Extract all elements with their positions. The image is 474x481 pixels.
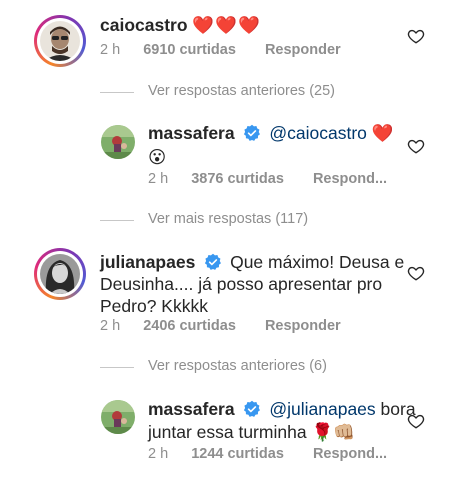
comment-username[interactable]: caiocastro — [100, 15, 188, 35]
comment-likes[interactable]: 3876 curtidas — [191, 171, 284, 187]
comment-time: 2 h — [148, 171, 169, 187]
comment-body: ❤️ — [371, 123, 395, 143]
comment-body-text: juntar essa turminha — [148, 422, 307, 442]
reply-button[interactable]: Respond... — [313, 171, 387, 187]
heart-outline-icon[interactable] — [407, 27, 425, 45]
divider-line — [100, 92, 134, 93]
comment-body: ❤️❤️❤️ — [192, 15, 261, 35]
view-more-replies[interactable]: Ver mais respostas (117) — [148, 211, 308, 227]
verified-badge-icon — [244, 124, 261, 141]
avatar-massafera[interactable] — [101, 125, 135, 159]
view-previous-replies[interactable]: Ver respostas anteriores (25) — [148, 83, 335, 99]
reply-button[interactable]: Responder — [265, 318, 341, 334]
comment-emoji: 😮 — [148, 147, 167, 167]
reply-button[interactable]: Respond... — [313, 446, 387, 462]
comment-time: 2 h — [100, 42, 121, 58]
comment-meta: 2 h 1244 curtidas Respond... — [148, 446, 387, 462]
comment-meta: 2 h 3876 curtidas Respond... — [148, 171, 387, 187]
comment-body-line: juntar essa turminha 🌹👊🏼 — [148, 419, 355, 446]
verified-badge-icon — [205, 253, 222, 270]
view-previous-replies[interactable]: Ver respostas anteriores (6) — [148, 358, 327, 374]
comment-username[interactable]: julianapaes — [100, 252, 195, 272]
reply-button[interactable]: Responder — [265, 42, 341, 58]
divider-line — [100, 220, 134, 221]
comment-mention[interactable]: @caiocastro — [269, 123, 367, 143]
avatar-image — [101, 400, 135, 434]
heart-outline-icon[interactable] — [407, 412, 425, 430]
comment-likes[interactable]: 1244 curtidas — [191, 446, 284, 462]
avatar-image — [101, 125, 135, 159]
comment-body-line: Pedro? Kkkkk — [100, 296, 208, 316]
comments-thread: caiocastro ❤️❤️❤️ 2 h 6910 curtidas Resp… — [0, 0, 474, 481]
divider-line — [100, 367, 134, 368]
avatar-massafera[interactable] — [101, 400, 135, 434]
comment-meta: 2 h 2406 curtidas Responder — [100, 318, 341, 334]
avatar-image — [40, 254, 80, 294]
comment-emojis: 🌹👊🏼 — [311, 422, 356, 442]
comment-likes[interactable]: 6910 curtidas — [143, 42, 236, 58]
comment-text: caiocastro ❤️❤️❤️ — [100, 12, 261, 39]
heart-outline-icon[interactable] — [407, 264, 425, 282]
comment-text: massafera @caiocastro ❤️ — [148, 120, 395, 147]
avatar-image — [40, 21, 80, 61]
comment-body: Que máximo! Deusa e — [230, 252, 405, 272]
avatar-caiocastro[interactable] — [40, 21, 80, 61]
comment-mention[interactable]: @julianapaes — [269, 399, 375, 419]
comment-meta: 2 h 6910 curtidas Responder — [100, 42, 341, 58]
comment-username[interactable]: massafera — [148, 123, 235, 143]
comment-time: 2 h — [100, 318, 121, 334]
heart-outline-icon[interactable] — [407, 137, 425, 155]
comment-likes[interactable]: 2406 curtidas — [143, 318, 236, 334]
avatar-julianapaes[interactable] — [40, 254, 80, 294]
comment-time: 2 h — [148, 446, 169, 462]
comment-username[interactable]: massafera — [148, 399, 235, 419]
verified-badge-icon — [244, 400, 261, 417]
